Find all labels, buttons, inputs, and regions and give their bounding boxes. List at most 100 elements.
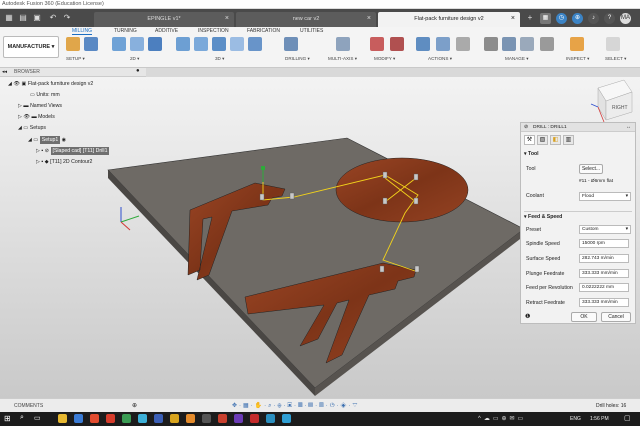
- task-view-icon[interactable]: ▭: [34, 414, 41, 422]
- machine-library-icon[interactable]: [502, 37, 516, 51]
- clock[interactable]: 1:56 PM: [590, 416, 609, 422]
- browser-models[interactable]: ▷ 👁 ▬ Models: [18, 114, 55, 120]
- close-icon[interactable]: ×: [225, 15, 229, 22]
- surface-speed-field[interactable]: 282.743 m/min: [579, 254, 629, 263]
- group-manage[interactable]: MANAGE ▾: [505, 56, 529, 62]
- tab-milling[interactable]: MILLING: [72, 28, 93, 35]
- app-icon-gray[interactable]: [202, 414, 211, 423]
- save-icon[interactable]: ▣: [32, 13, 42, 23]
- grid-menu-icon[interactable]: ▦: [4, 13, 14, 23]
- select-tool-button[interactable]: Select...: [579, 164, 603, 174]
- group-drilling[interactable]: DRILLING ▾: [285, 56, 310, 62]
- cancel-button[interactable]: Cancel: [601, 312, 631, 322]
- notification-center-icon[interactable]: ▢: [624, 414, 631, 422]
- fusion-icon[interactable]: [170, 414, 179, 423]
- scallop-icon[interactable]: [248, 37, 262, 51]
- feed-per-revolution-field[interactable]: 0.0222222 mm: [579, 283, 629, 292]
- tab-fabrication[interactable]: FABRICATION: [247, 28, 280, 34]
- 2d-contour-icon[interactable]: [130, 37, 144, 51]
- redo-icon[interactable]: ↷: [62, 13, 72, 23]
- contour-3d-icon[interactable]: [230, 37, 244, 51]
- measure-icon[interactable]: [570, 37, 584, 51]
- tool-section-header[interactable]: ▾ Tool: [524, 151, 539, 157]
- adaptive-icon[interactable]: [176, 37, 190, 51]
- group-inspect[interactable]: INSPECT ▾: [566, 56, 589, 62]
- app-icon-blue-2[interactable]: [282, 414, 291, 423]
- extensions-icon[interactable]: ⊕: [572, 13, 583, 24]
- browser-op-drill1[interactable]: ▷ ▪ ⊘ [Slaped cad] [T11] Drill1: [36, 147, 110, 155]
- browser-setups[interactable]: ◢ ▭ Setups: [18, 125, 46, 131]
- group-actions[interactable]: ACTIONS ▾: [428, 56, 452, 62]
- browser-named-views[interactable]: ▷ ▬ Named Views: [18, 103, 62, 109]
- browser-op-contour2[interactable]: ▷ ▪ ◆ [T11] 2D Contour2: [36, 159, 92, 165]
- heights-tab-icon[interactable]: ◧: [550, 135, 561, 145]
- select-icon[interactable]: [606, 37, 620, 51]
- powerpoint-icon[interactable]: [218, 414, 227, 423]
- add-comment-icon[interactable]: ⊕: [132, 402, 137, 409]
- help-icon[interactable]: ?: [604, 13, 615, 24]
- ok-button[interactable]: OK: [571, 312, 597, 322]
- avatar[interactable]: MA: [620, 13, 631, 24]
- collapse-icon[interactable]: ◂◂: [2, 69, 7, 75]
- group-select[interactable]: SELECT ▾: [605, 56, 626, 62]
- group-3d[interactable]: 3D ▾: [215, 56, 224, 62]
- new-tab-icon[interactable]: +: [525, 13, 535, 23]
- comments-label[interactable]: COMMENTS: [14, 403, 43, 409]
- edge-icon[interactable]: [74, 414, 83, 423]
- spindle-speed-field[interactable]: 15000 rpm: [579, 239, 629, 248]
- group-modify[interactable]: MODIFY ▾: [374, 56, 395, 62]
- setup-sheet-icon[interactable]: [84, 37, 98, 51]
- multi-axis-icon[interactable]: [336, 37, 350, 51]
- info-icon[interactable]: ❶: [525, 313, 530, 320]
- group-multi-axis[interactable]: MULTI-AXIS ▾: [328, 56, 357, 62]
- app-icon-blue[interactable]: [266, 414, 275, 423]
- preset-select[interactable]: Custom ▾: [579, 225, 631, 234]
- excel-icon[interactable]: [122, 414, 131, 423]
- chrome-icon[interactable]: [90, 414, 99, 423]
- notification-icon[interactable]: ♪: [588, 13, 599, 24]
- tab-turning[interactable]: TURNING: [114, 28, 137, 34]
- group-2d[interactable]: 2D ▾: [130, 56, 139, 62]
- delete-toolpath-icon[interactable]: [390, 37, 404, 51]
- file-explorer-icon[interactable]: [58, 414, 67, 423]
- app-icon-orange[interactable]: [186, 414, 195, 423]
- tool-tab-icon[interactable]: ⚒: [524, 135, 535, 145]
- geometry-tab-icon[interactable]: ▧: [537, 135, 548, 145]
- 2d-pocket-icon[interactable]: [112, 37, 126, 51]
- simulate-icon[interactable]: [416, 37, 430, 51]
- tab-inspection[interactable]: INSPECTION: [198, 28, 229, 34]
- plunge-feedrate-field[interactable]: 333.333 mm/min: [579, 269, 629, 278]
- workspace-switcher[interactable]: MANUFACTURE ▾: [3, 36, 59, 58]
- cycle-tab-icon[interactable]: ▥: [563, 135, 574, 145]
- group-setup[interactable]: SETUP ▾: [66, 56, 85, 62]
- close-icon[interactable]: ×: [367, 15, 371, 22]
- pin-icon[interactable]: ●: [136, 68, 140, 74]
- app-icon-purple[interactable]: [234, 414, 243, 423]
- file-menu-icon[interactable]: ▤: [18, 13, 28, 23]
- post-library-icon[interactable]: [540, 37, 554, 51]
- modify-icon[interactable]: [370, 37, 384, 51]
- navigation-toolbar[interactable]: ✥·▦·✋·⌕·⊕·▣·▦·▥·▤·◷·◈·▽: [232, 402, 402, 411]
- app-icon-red[interactable]: [106, 414, 115, 423]
- browser-root[interactable]: ◢ 👁 ▣ Flat-pack furniture design v2: [8, 81, 93, 87]
- app-icon-cyan[interactable]: [138, 414, 147, 423]
- post-process-icon[interactable]: [436, 37, 450, 51]
- close-icon[interactable]: ×: [511, 15, 515, 22]
- new-setup-icon[interactable]: [66, 37, 80, 51]
- tab-flat-pack[interactable]: Flat-pack furniture design v2 ×: [378, 12, 520, 27]
- tab-utilities[interactable]: UTILITIES: [300, 28, 323, 34]
- face-icon[interactable]: [148, 37, 162, 51]
- coolant-select[interactable]: Flood ▾: [579, 192, 631, 201]
- round-table-top[interactable]: [335, 157, 469, 223]
- windows-start-icon[interactable]: ⊞: [4, 414, 11, 423]
- pocket-3d-icon[interactable]: [194, 37, 208, 51]
- browser-setup1[interactable]: ◢ ▭ Setup1 ◉: [28, 136, 66, 144]
- drill-icon[interactable]: [284, 37, 298, 51]
- template-library-icon[interactable]: [520, 37, 534, 51]
- data-panel-icon[interactable]: ▦: [540, 13, 551, 24]
- tab-new-car[interactable]: new car v2 ×: [236, 12, 376, 27]
- tool-library-icon[interactable]: [484, 37, 498, 51]
- language-indicator[interactable]: ENG: [570, 416, 581, 422]
- tab-additive[interactable]: ADDITIVE: [155, 28, 178, 34]
- expand-icon[interactable]: ↔: [626, 124, 631, 130]
